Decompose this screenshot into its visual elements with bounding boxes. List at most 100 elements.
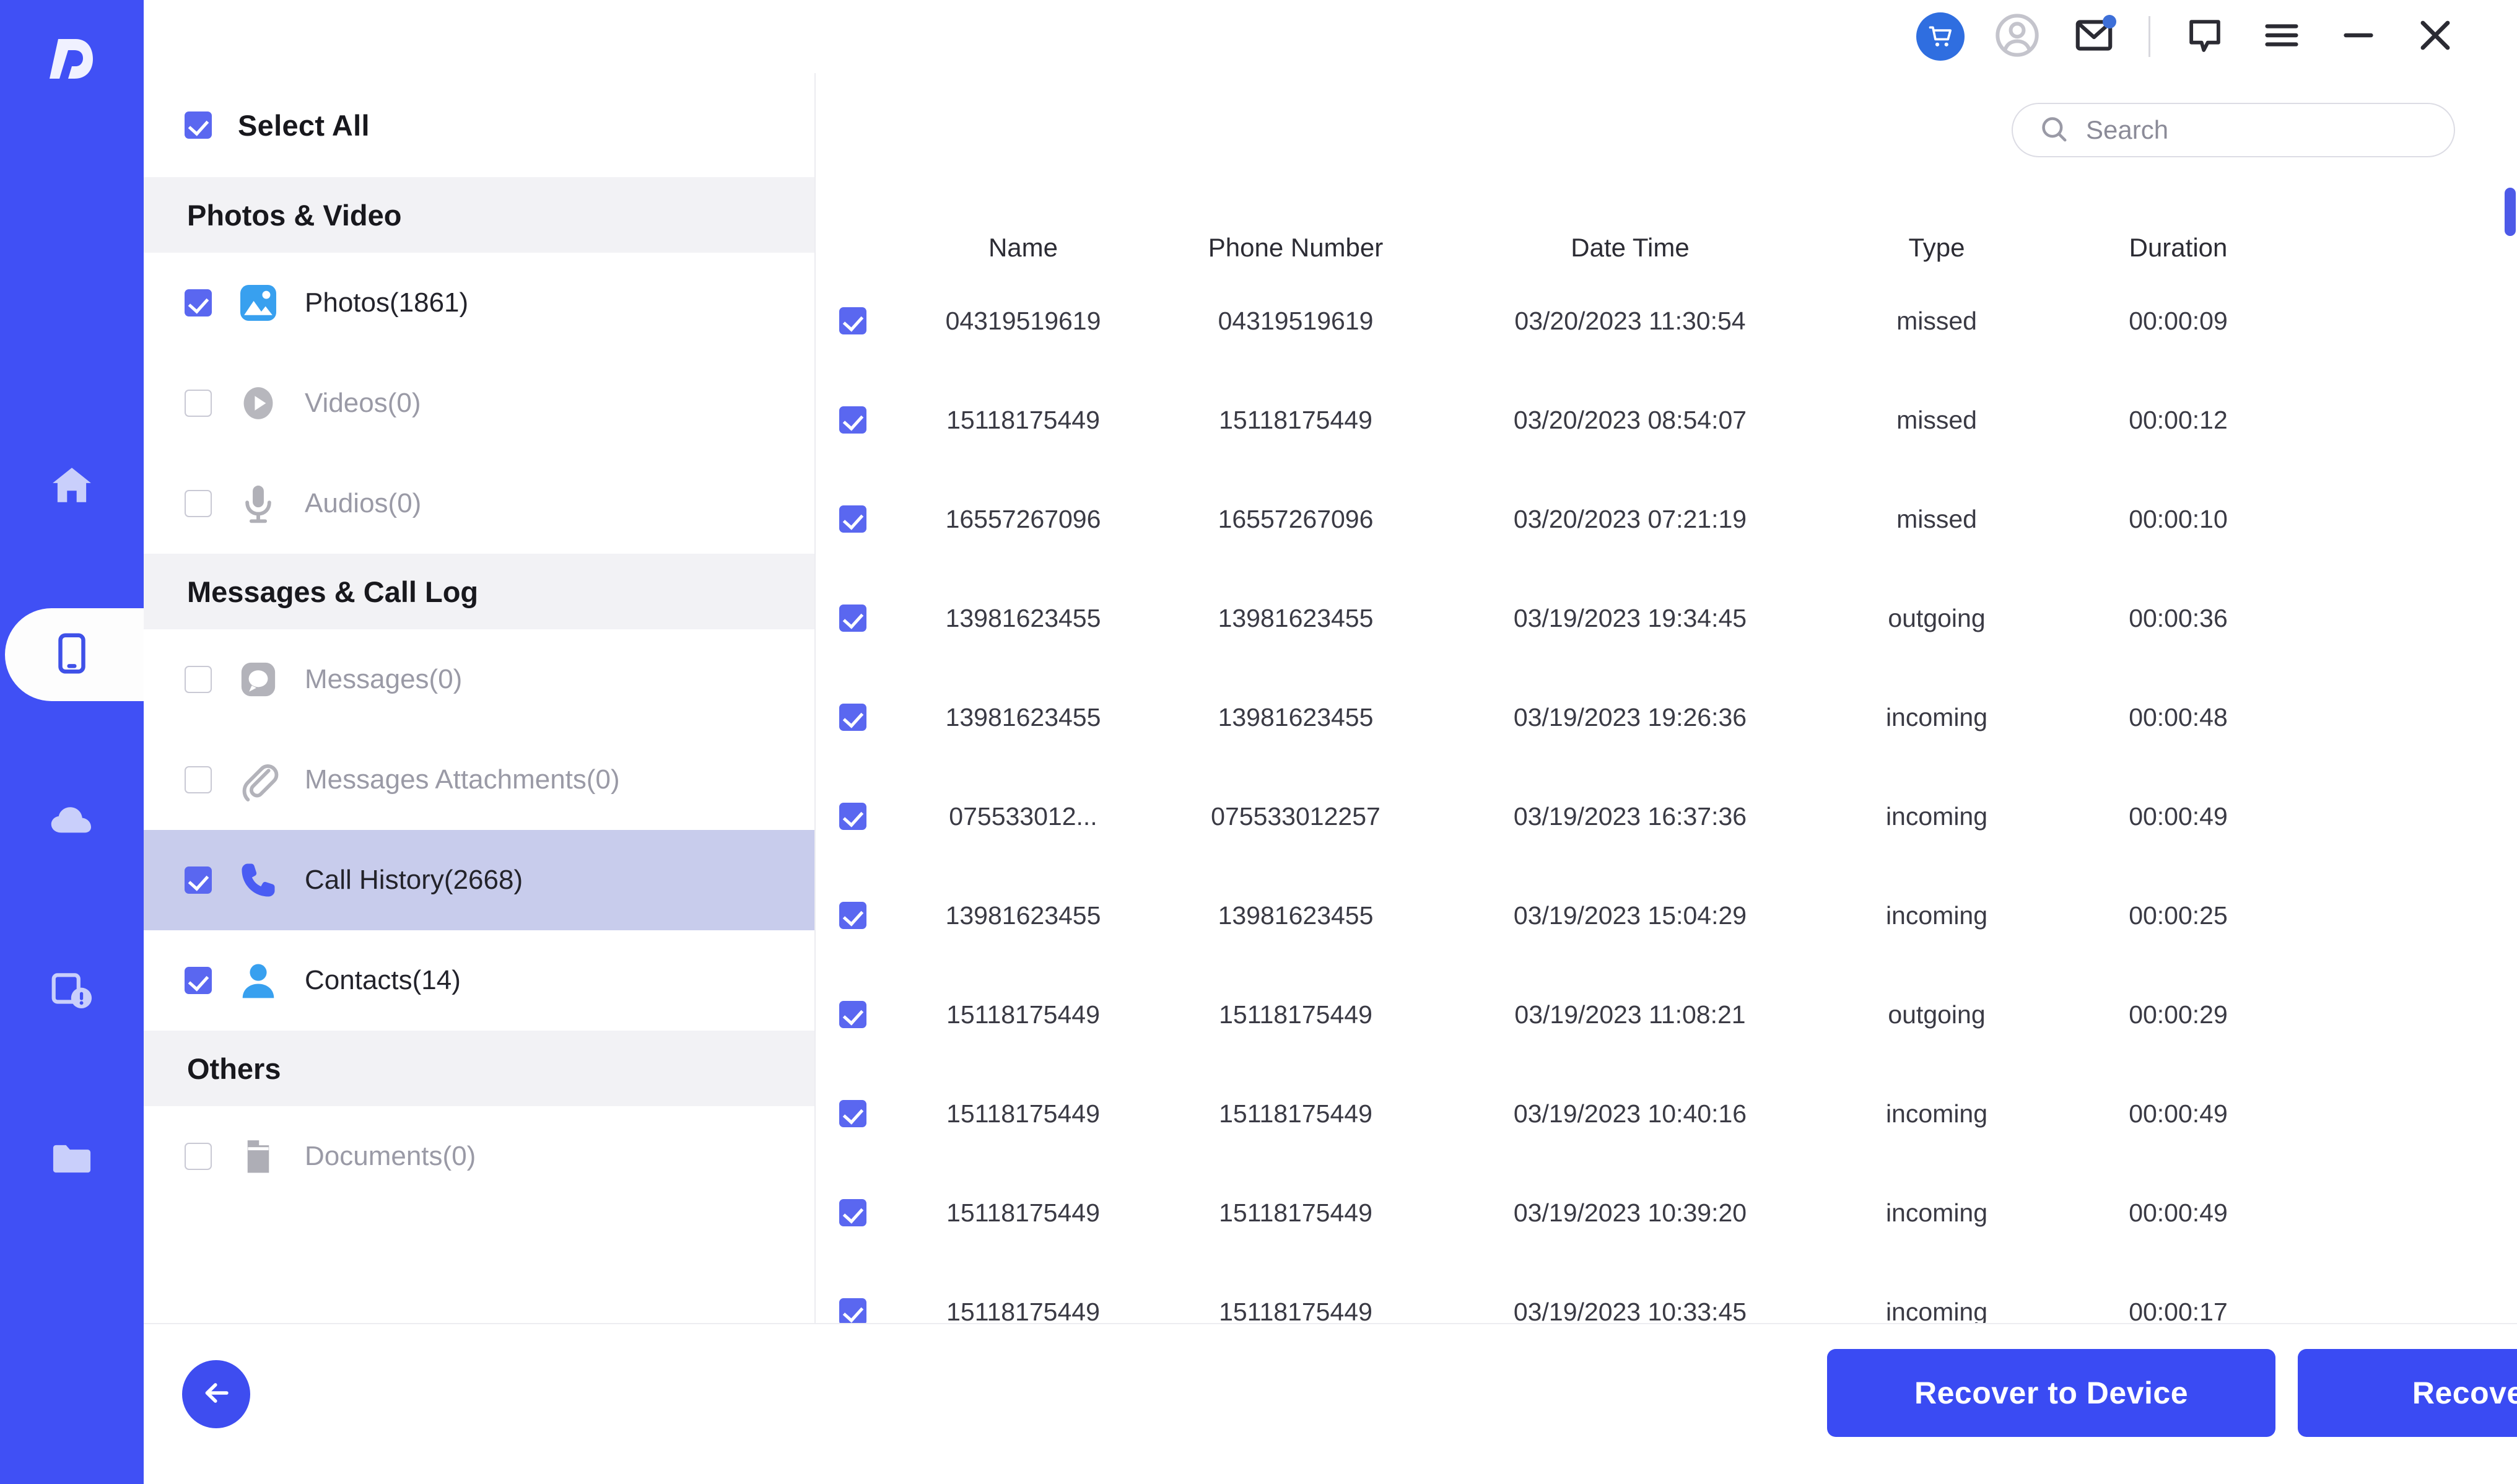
row-checkbox[interactable] (839, 902, 866, 929)
category-item[interactable]: Messages Attachments(0) (144, 730, 814, 830)
sidebar-item-file-manager[interactable] (0, 1114, 144, 1207)
table-row[interactable]: 15118175449 15118175449 03/19/2023 10:33:4… (816, 1262, 2517, 1323)
category-item[interactable]: Call History(2668) (144, 830, 814, 930)
cell-name: 13981623455 (945, 901, 1101, 930)
category-group-title: Photos & Video (144, 177, 814, 253)
cell-duration: 00:00:49 (2129, 1198, 2228, 1227)
table-row[interactable]: 13981623455 13981623455 03/19/2023 19:26:3… (816, 668, 2517, 767)
column-header: Type (1908, 233, 1965, 262)
category-item[interactable]: Messages(0) (144, 629, 814, 730)
shopping-cart-button[interactable] (1902, 0, 1979, 73)
cell-duration: 00:00:29 (2129, 1000, 2228, 1029)
footer-bar: Recover to Device Recover to PC (144, 1323, 2517, 1484)
cell-datetime: 03/19/2023 19:34:45 (1513, 603, 1747, 632)
back-button[interactable] (182, 1360, 250, 1428)
close-button[interactable] (2397, 0, 2474, 73)
titlebar-divider (2148, 16, 2150, 57)
cell-type: incoming (1885, 1099, 1988, 1128)
table-row[interactable]: 15118175449 15118175449 03/19/2023 11:08:2… (816, 965, 2517, 1064)
contact-icon (234, 956, 282, 1005)
feedback-button[interactable] (2166, 0, 2243, 73)
cell-type: missed (1896, 405, 1977, 434)
category-checkbox[interactable] (185, 766, 212, 793)
row-checkbox-cell (816, 704, 890, 731)
cell-datetime: 03/19/2023 10:33:45 (1513, 1297, 1747, 1324)
row-checkbox[interactable] (839, 307, 866, 334)
cell-type: outgoing (1888, 603, 1986, 632)
table-row[interactable]: 04319519619 04319519619 03/20/2023 11:30:5… (816, 271, 2517, 370)
table-row[interactable]: 15118175449 15118175449 03/20/2023 08:54:0… (816, 370, 2517, 469)
row-checkbox[interactable] (839, 1199, 866, 1226)
cell-phone: 16557267096 (1218, 504, 1374, 533)
cell-datetime: 03/20/2023 08:54:07 (1513, 405, 1747, 434)
app-window: Select All Photos & Video Photos(1861) Vid… (0, 0, 2517, 1484)
sidebar-item-device-recovery[interactable] (0, 608, 191, 701)
sidebar-item-system-repair[interactable] (0, 945, 144, 1038)
recover-to-device-button[interactable]: Recover to Device (1827, 1349, 2275, 1437)
cell-duration: 00:00:49 (2129, 1099, 2228, 1128)
select-all-row[interactable]: Select All (144, 73, 814, 177)
category-checkbox[interactable] (185, 967, 212, 994)
category-checkbox[interactable] (185, 289, 212, 316)
feedback-bubble-icon (2183, 14, 2227, 60)
notification-dot (2103, 15, 2116, 28)
row-checkbox[interactable] (839, 1100, 866, 1127)
audio-icon (234, 479, 282, 528)
phone-call-icon (234, 856, 282, 904)
row-checkbox[interactable] (839, 1001, 866, 1028)
select-all-checkbox[interactable] (185, 111, 212, 139)
row-checkbox[interactable] (839, 505, 866, 533)
table-row[interactable]: 15118175449 15118175449 03/19/2023 10:39:2… (816, 1163, 2517, 1262)
vertical-scrollbar[interactable] (2503, 73, 2517, 1323)
shopping-cart-icon (1916, 12, 1965, 61)
category-item[interactable]: Audios(0) (144, 453, 814, 554)
table-row[interactable]: 16557267096 16557267096 03/20/2023 07:21:1… (816, 469, 2517, 569)
cell-name: 13981623455 (945, 603, 1101, 632)
sidebar-item-home[interactable] (0, 440, 144, 533)
document-folder-icon (234, 1132, 282, 1181)
category-checkbox[interactable] (185, 490, 212, 517)
home-icon (49, 462, 95, 511)
video-icon (234, 379, 282, 427)
category-checkbox[interactable] (185, 666, 212, 693)
column-header: Phone Number (1208, 233, 1384, 262)
dr-fone-logo (38, 25, 106, 93)
recover-to-pc-button[interactable]: Recover to PC (2298, 1349, 2517, 1437)
table-row[interactable]: 15118175449 15118175449 03/19/2023 10:40:1… (816, 1064, 2517, 1163)
cell-phone: 075533012257 (1211, 801, 1381, 831)
column-header: Duration (2129, 233, 2228, 262)
row-checkbox-cell (816, 1001, 890, 1028)
row-checkbox[interactable] (839, 406, 866, 434)
sidebar-item-cloud-backup[interactable] (0, 777, 144, 870)
search-input[interactable]: Search (2012, 103, 2455, 157)
attachment-icon (234, 756, 282, 804)
minimize-button[interactable] (2320, 0, 2397, 73)
table-row[interactable]: 13981623455 13981623455 03/19/2023 15:04:2… (816, 866, 2517, 965)
row-checkbox[interactable] (839, 1298, 866, 1323)
category-item[interactable]: Videos(0) (144, 353, 814, 453)
messages-button[interactable] (2056, 0, 2132, 73)
menu-button[interactable] (2243, 0, 2320, 73)
category-item[interactable]: Contacts(14) (144, 930, 814, 1031)
scrollbar-thumb[interactable] (2505, 188, 2516, 236)
category-item[interactable]: Documents(0) (144, 1106, 814, 1207)
row-checkbox-cell (816, 1199, 890, 1226)
cell-name: 15118175449 (946, 1099, 1100, 1128)
account-button[interactable] (1979, 0, 2056, 73)
table-row[interactable]: 13981623455 13981623455 03/19/2023 19:34:4… (816, 569, 2517, 668)
search-icon (2038, 113, 2070, 148)
message-icon (234, 655, 282, 704)
row-checkbox[interactable] (839, 803, 866, 830)
category-checkbox[interactable] (185, 390, 212, 417)
table-row[interactable]: 075533012... 075533012257 03/19/2023 16:37… (816, 767, 2517, 866)
category-item[interactable]: Photos(1861) (144, 253, 814, 353)
cell-type: incoming (1885, 901, 1988, 930)
cell-datetime: 03/19/2023 15:04:29 (1513, 901, 1747, 930)
category-checkbox[interactable] (185, 1143, 212, 1170)
category-checkbox[interactable] (185, 866, 212, 894)
cell-name: 15118175449 (946, 1198, 1100, 1227)
row-checkbox[interactable] (839, 605, 866, 632)
cell-datetime: 03/19/2023 11:08:21 (1514, 1000, 1746, 1029)
cell-phone: 15118175449 (1219, 1297, 1372, 1324)
row-checkbox[interactable] (839, 704, 866, 731)
